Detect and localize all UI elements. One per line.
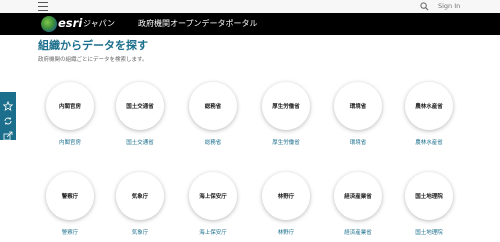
agency-logo[interactable]: 海上保安庁 bbox=[189, 172, 237, 220]
agency-link[interactable]: 気象庁 bbox=[107, 230, 173, 237]
agency-link[interactable]: 農林水産省 bbox=[396, 140, 462, 147]
agency-logo[interactable]: 内閣官房 bbox=[46, 82, 94, 130]
agency-link[interactable]: 警察庁 bbox=[37, 230, 103, 237]
refresh-icon[interactable] bbox=[3, 111, 13, 125]
agency-card[interactable]: 国土交通省 国土交通省 bbox=[107, 82, 173, 147]
sign-in-link[interactable]: Sign In bbox=[438, 1, 460, 12]
agency-link[interactable]: 経済産業省 bbox=[325, 230, 391, 237]
agency-logo-label: 林野庁 bbox=[277, 194, 295, 200]
agency-card[interactable]: 厚生労働省 厚生労働省 bbox=[253, 82, 319, 147]
agency-card[interactable]: 海上保安庁 海上保安庁 bbox=[180, 172, 246, 237]
agency-logo-label: 環境省 bbox=[349, 104, 367, 110]
agency-link[interactable]: 海上保安庁 bbox=[180, 230, 246, 237]
menu-icon[interactable] bbox=[38, 2, 48, 11]
agency-link[interactable]: 環境省 bbox=[325, 140, 391, 147]
agency-card[interactable]: 警察庁 警察庁 bbox=[37, 172, 103, 237]
agency-logo[interactable]: 林野庁 bbox=[262, 172, 310, 220]
esri-globe-logo-icon[interactable] bbox=[41, 16, 57, 32]
agency-link[interactable]: 総務省 bbox=[180, 140, 246, 147]
agency-link[interactable]: 内閣官房 bbox=[37, 140, 103, 147]
agency-card[interactable]: 経済産業省 経済産業省 bbox=[325, 172, 391, 237]
agency-logo[interactable]: 農林水産省 bbox=[405, 82, 453, 130]
agency-card[interactable]: 林野庁 林野庁 bbox=[253, 172, 319, 237]
agency-card[interactable]: 国土地理院 国土地理院 bbox=[396, 172, 462, 237]
agency-card[interactable]: 環境省 環境省 bbox=[325, 82, 391, 147]
agency-logo[interactable]: 国土地理院 bbox=[405, 172, 453, 220]
agency-logo[interactable]: 国土交通省 bbox=[116, 82, 164, 130]
search-icon[interactable] bbox=[420, 2, 429, 11]
agency-link[interactable]: 厚生労働省 bbox=[253, 140, 319, 147]
agency-logo-label: 海上保安庁 bbox=[199, 194, 227, 200]
agency-card[interactable]: 農林水産省 農林水産省 bbox=[396, 82, 462, 147]
share-icon[interactable] bbox=[3, 126, 13, 141]
agency-logo[interactable]: 総務省 bbox=[189, 82, 237, 130]
logo-subtext[interactable]: ジャパン bbox=[83, 18, 115, 30]
agency-logo-label: 厚生労働省 bbox=[272, 104, 300, 110]
agency-logo-label: 総務省 bbox=[204, 104, 222, 110]
agency-card[interactable]: 総務省 総務省 bbox=[180, 82, 246, 147]
agency-logo-label: 警察庁 bbox=[61, 194, 79, 200]
agency-link[interactable]: 林野庁 bbox=[253, 230, 319, 237]
agency-logo-label: 内閣官房 bbox=[58, 104, 81, 110]
utility-bar: Sign In bbox=[0, 0, 500, 13]
agency-logo[interactable]: 警察庁 bbox=[46, 172, 94, 220]
agency-logo[interactable]: 気象庁 bbox=[116, 172, 164, 220]
agency-logo-label: 農林水産省 bbox=[415, 104, 443, 110]
agency-logo[interactable]: 環境省 bbox=[334, 82, 382, 130]
agency-card[interactable]: 内閣官房 内閣官房 bbox=[37, 82, 103, 147]
agency-logo-label: 気象庁 bbox=[131, 194, 149, 200]
page-title: 組織からデータを探す bbox=[38, 39, 148, 52]
agency-card[interactable]: 気象庁 気象庁 bbox=[107, 172, 173, 237]
logo-text[interactable]: esri bbox=[58, 16, 82, 31]
agency-logo-label: 経済産業省 bbox=[344, 194, 372, 200]
agency-logo[interactable]: 厚生労働省 bbox=[262, 82, 310, 130]
agency-logo-label: 国土地理院 bbox=[415, 194, 443, 200]
agency-logo[interactable]: 経済産業省 bbox=[334, 172, 382, 220]
agency-logo-label: 国土交通省 bbox=[126, 104, 154, 110]
portal-title[interactable]: 政府機関オープンデータポータル bbox=[138, 18, 258, 30]
star-icon[interactable] bbox=[2, 96, 14, 112]
agency-link[interactable]: 国土地理院 bbox=[396, 230, 462, 237]
page-description: 政府機関の組織ごとにデータを検索します。 bbox=[38, 57, 148, 63]
agency-link[interactable]: 国土交通省 bbox=[107, 140, 173, 147]
side-toolbar bbox=[0, 92, 16, 141]
